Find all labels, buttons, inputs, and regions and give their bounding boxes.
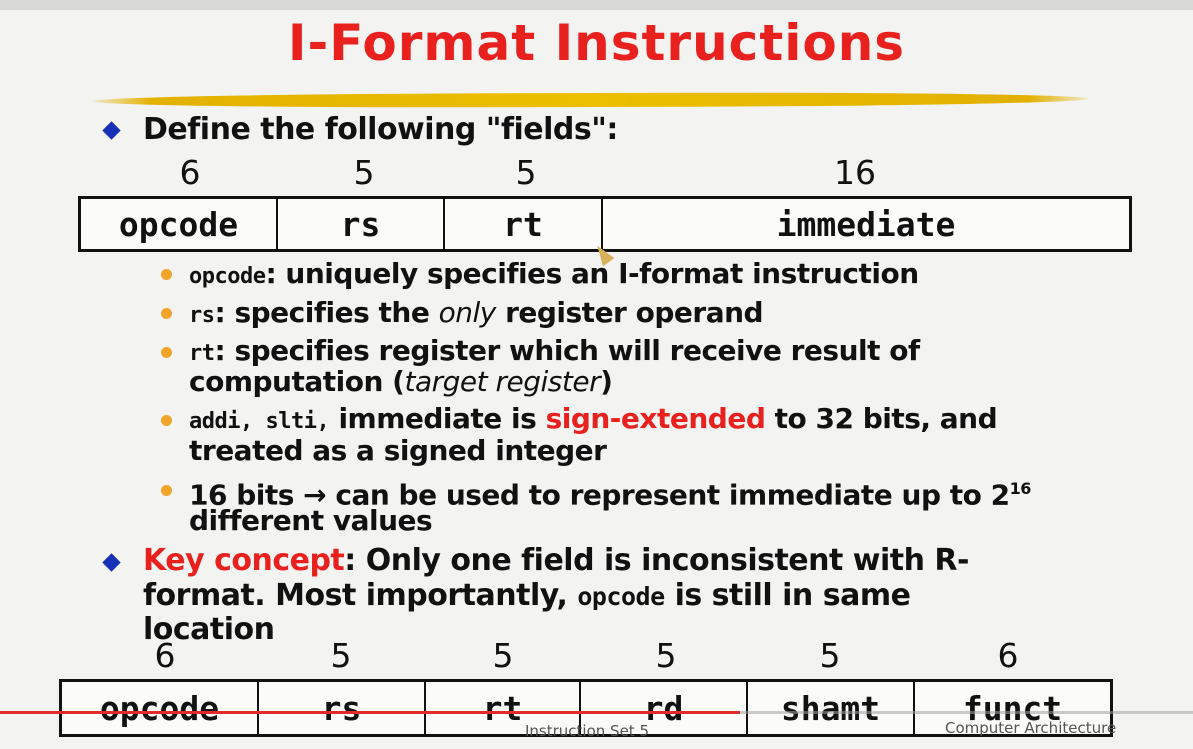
bullet-immediate-continued: treated as a signed integer bbox=[189, 434, 607, 467]
bullet-rs: rs: specifies the only register operand bbox=[189, 296, 764, 332]
iformat-field-immediate: immediate bbox=[776, 204, 956, 244]
bullet-rt-emphasis: target register bbox=[404, 365, 601, 398]
bullet-rt-cont-b: ) bbox=[600, 365, 613, 398]
bullet-rs-text-b: register operand bbox=[495, 296, 764, 329]
diamond-bullet-icon bbox=[102, 553, 121, 572]
iformat-bits-rt: 5 bbox=[515, 153, 537, 192]
diamond-bullet-icon bbox=[102, 121, 121, 140]
rformat-bits-rs: 5 bbox=[330, 636, 352, 675]
code-rt: rt bbox=[189, 341, 215, 366]
rformat-bits-rd: 5 bbox=[655, 636, 677, 675]
bullet-opcode-text: : uniquely specifies an I-format instruc… bbox=[265, 257, 919, 290]
key-concept-line2-a: format. Most importantly, bbox=[143, 578, 578, 613]
bullet-dot-icon bbox=[161, 308, 172, 319]
rformat-field-rs: rs bbox=[259, 682, 426, 734]
slide-title: I-Format Instructions bbox=[287, 14, 906, 72]
bullet-rs-text-a: : specifies the bbox=[214, 296, 439, 329]
iformat-bits-rs: 5 bbox=[353, 153, 375, 192]
bullet-rt-cont-a: computation ( bbox=[189, 365, 405, 398]
code-opcode-key: opcode bbox=[577, 582, 665, 611]
key-concept-line2-b: is still in same bbox=[664, 578, 911, 613]
key-concept-label: Key concept bbox=[143, 543, 345, 578]
rformat-bits-rt: 5 bbox=[492, 636, 514, 675]
bullet-16bits-continued: different values bbox=[189, 504, 433, 537]
bullet-immediate: addi, slti, immediate is sign-extended t… bbox=[189, 402, 998, 438]
iformat-field-rs: rs bbox=[278, 199, 445, 249]
rformat-bits-shamt: 5 bbox=[819, 636, 841, 675]
key-concept-text: : Only one field is inconsistent with R- bbox=[344, 543, 969, 578]
code-addi-slti: addi, slti, bbox=[189, 409, 330, 434]
bullet-dot-icon bbox=[161, 269, 172, 280]
rformat-bits-opcode: 6 bbox=[154, 636, 176, 675]
key-concept-line2: format. Most importantly, opcode is stil… bbox=[143, 578, 911, 613]
bullet-opcode: opcode: uniquely specifies an I-format i… bbox=[189, 258, 919, 293]
iformat-field-opcode: opcode bbox=[81, 199, 278, 249]
iformat-field-table: opcode rs rt immediate bbox=[78, 196, 1132, 252]
footer-course-label: Computer Architecture bbox=[945, 719, 1117, 737]
bullet-rt-continued: computation (target register) bbox=[189, 365, 613, 398]
iformat-bits-opcode: 6 bbox=[179, 153, 201, 192]
bullet-rs-emphasis: only bbox=[438, 296, 497, 329]
rformat-field-shamt: shamt bbox=[748, 682, 915, 734]
footer-slide-label: Instruction Set 5 bbox=[525, 722, 649, 740]
video-top-strip bbox=[0, 0, 1193, 10]
key-concept-line1: Key concept: Only one field is inconsist… bbox=[143, 543, 969, 578]
sign-extended-highlight: sign-extended bbox=[545, 402, 766, 435]
intro-text: Define the following "fields": bbox=[143, 112, 618, 147]
bullet-dot-icon bbox=[161, 347, 172, 358]
bullet-immediate-text-a: immediate is bbox=[329, 402, 546, 435]
rformat-field-opcode: opcode bbox=[62, 682, 259, 734]
video-progress-fill bbox=[0, 711, 740, 714]
title-underline-brush bbox=[91, 91, 1089, 109]
code-opcode: opcode bbox=[189, 264, 266, 289]
code-rs: rs bbox=[189, 303, 215, 328]
bullet-dot-icon bbox=[161, 415, 172, 426]
bullet-dot-icon bbox=[161, 485, 172, 496]
bullet-rt-text: : specifies register which will receive … bbox=[214, 334, 921, 367]
bullet-16bits-superscript: 16 bbox=[1009, 479, 1032, 498]
rformat-bits-funct: 6 bbox=[997, 636, 1019, 675]
bullet-immediate-text-b: to 32 bits, and bbox=[765, 402, 998, 435]
iformat-bits-immediate: 16 bbox=[834, 153, 876, 192]
iformat-field-rt: rt bbox=[445, 199, 603, 249]
